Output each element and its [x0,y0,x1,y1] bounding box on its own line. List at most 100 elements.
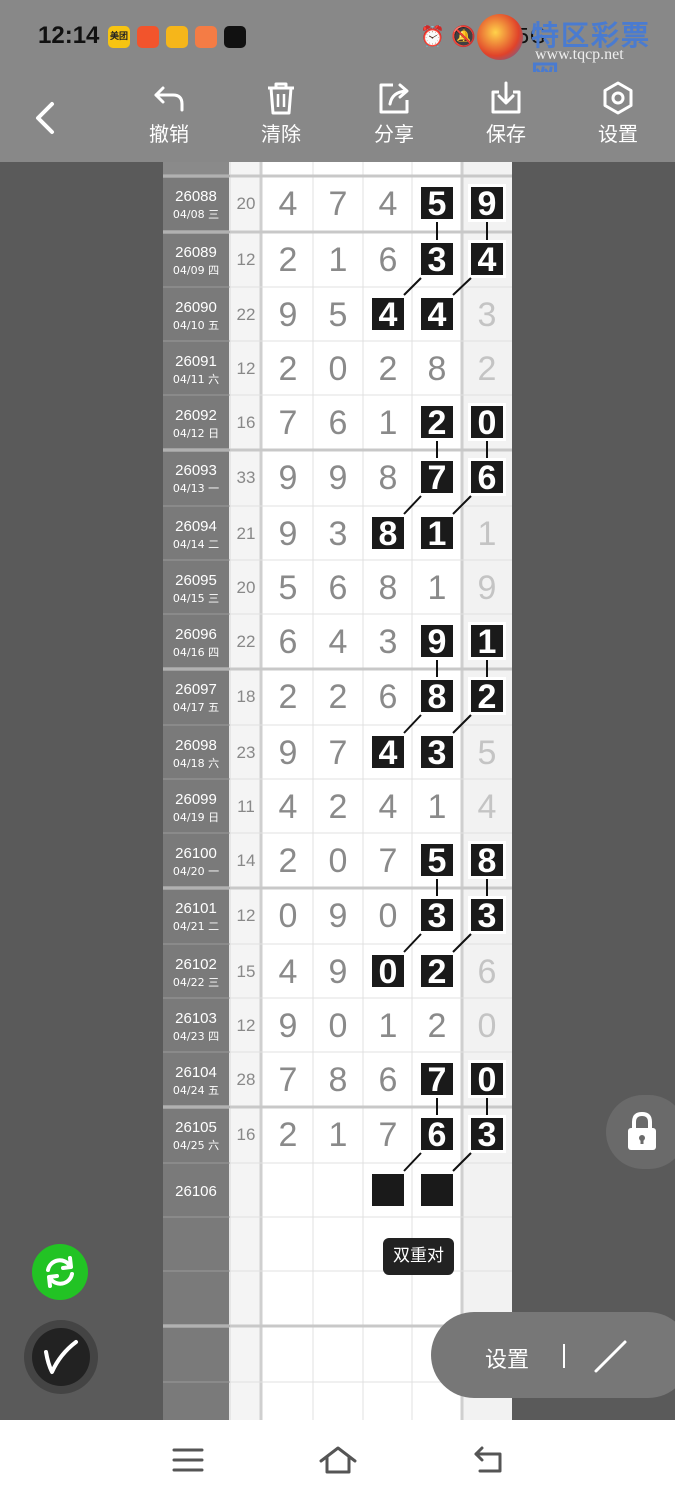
watermark-url: www.tqcp.net [535,46,624,63]
pen-mode-button[interactable] [24,1320,98,1394]
issue-date: 04/14 二 [173,538,219,551]
system-nav-bar [0,1420,675,1500]
issue-date: 04/08 三 [173,208,219,221]
clear-label: 清除 [261,122,301,146]
undo-icon [154,86,184,112]
digit-cell: 7 [279,404,298,442]
issue-number: 26102 [175,956,217,973]
share-icon [379,83,409,114]
digit-cell: 6 [329,404,348,442]
sum-column-bg [230,162,261,1420]
digit-cell: 2 [428,953,447,991]
digit-cell: 2 [428,404,447,442]
status-time: 12:14 [38,22,100,49]
digit-cell: 0 [329,1007,348,1045]
digit-cell: 1 [379,404,398,442]
drawing-settings-label[interactable]: 设置 [485,1342,529,1374]
digit-cell: 5 [478,734,497,772]
digit-cell: 4 [379,788,398,826]
digit-cell: 2 [279,350,298,388]
issue-date: 04/22 三 [173,976,219,989]
digit-cell: 9 [279,296,298,334]
issue-number: 26103 [175,1010,217,1027]
digit-cell: 8 [428,350,447,388]
line-tool-icon[interactable] [591,1336,631,1376]
sum-value: 12 [237,1016,256,1035]
issue-date: 04/16 四 [173,646,219,659]
issue-date: 04/13 一 [173,482,219,495]
digit-cell: 0 [379,953,398,991]
issue-date: 04/24 五 [173,1084,219,1097]
digit-cell: 0 [279,897,298,935]
status-bar: 12:14 美团 ⏰ 🔕 5G 5G 特区彩票网 www.tqcp.net [0,0,675,92]
clear-button[interactable]: 清除 [241,80,321,158]
digit-cell: 1 [329,241,348,279]
issue-number: 26092 [175,407,217,424]
digit-cell: 2 [478,678,497,716]
digit-cell: 1 [379,1007,398,1045]
digit-cell: 1 [428,788,447,826]
digit-cell: 6 [379,1061,398,1099]
menu-icon[interactable] [171,1446,205,1474]
watermark: 特区彩票网 www.tqcp.net [477,8,672,92]
save-button[interactable]: 保存 [466,80,546,158]
issue-date: 04/17 五 [173,701,219,714]
sum-value: 15 [237,962,256,981]
issue-date: 04/19 日 [173,811,219,824]
lock-button[interactable] [606,1095,675,1169]
trend-chart-grid[interactable]: 2608804/08 三20 4 7 4 5 92608904/09 四12 2 1 6 3 426… [163,162,512,1420]
trash-icon [268,82,294,115]
issue-number: 26099 [175,791,217,808]
partial-row-bg [163,162,230,174]
share-button[interactable]: 分享 [354,80,434,158]
sum-value: 16 [237,1125,256,1144]
digit-cell: 7 [329,185,348,223]
digit-cell: 3 [428,734,447,772]
digit-cell: 6 [379,678,398,716]
digit-cell: 0 [478,404,497,442]
issue-number: 26091 [175,353,217,370]
undo-button[interactable]: 撤销 [129,80,209,158]
digit-cell: 4 [279,953,298,991]
digit-cell: 2 [279,241,298,279]
digit-cell: 6 [478,459,497,497]
digit-cell: 4 [379,185,398,223]
digit-cell: 4 [478,788,497,826]
lock-icon [628,1111,656,1150]
digit-cell: 7 [428,1061,447,1099]
digit-cell: 9 [279,734,298,772]
digit-cell: 0 [379,897,398,935]
issue-number: 26100 [175,845,217,862]
issue-number: 26088 [175,188,217,205]
canvas-margin-right [512,162,675,1420]
digit-cell: 9 [279,1007,298,1045]
issue-number: 26089 [175,244,217,261]
back-nav-icon[interactable] [472,1445,506,1475]
sum-value: 18 [237,687,256,706]
digit-cell: 1 [428,515,447,553]
pattern-tooltip: 双重对 [383,1238,454,1275]
settings-button[interactable]: 设置 [578,80,658,158]
back-button[interactable] [28,96,64,140]
digit-cell: 9 [329,459,348,497]
issue-number: 26090 [175,299,217,316]
download-icon [491,81,521,114]
trend-chart-sheet[interactable]: 26088 04/08 三 20 4 7 4 5 9 26089 04/09 四 12 2 1 6 3 4 26… [163,162,512,1420]
drawing-settings-pill[interactable]: 设置 [431,1312,675,1398]
digit-cell: 8 [329,1061,348,1099]
issue-number: 26096 [175,626,217,643]
save-label: 保存 [486,122,526,146]
issue-date: 04/18 六 [173,757,219,770]
issue-number: 26095 [175,572,217,589]
sum-value: 22 [237,632,256,651]
digit-cell: 9 [428,623,447,661]
digit-cell: 3 [428,241,447,279]
digit-cell: 2 [329,678,348,716]
digit-cell: 9 [478,569,497,607]
digit-cell: 9 [279,515,298,553]
digit-cell: 9 [478,185,497,223]
home-icon[interactable] [318,1444,358,1476]
toolbar: 撤销 清除 分享 保存 设置 [0,72,675,162]
refresh-button[interactable] [32,1244,88,1300]
issue-date: 04/20 一 [173,865,219,878]
